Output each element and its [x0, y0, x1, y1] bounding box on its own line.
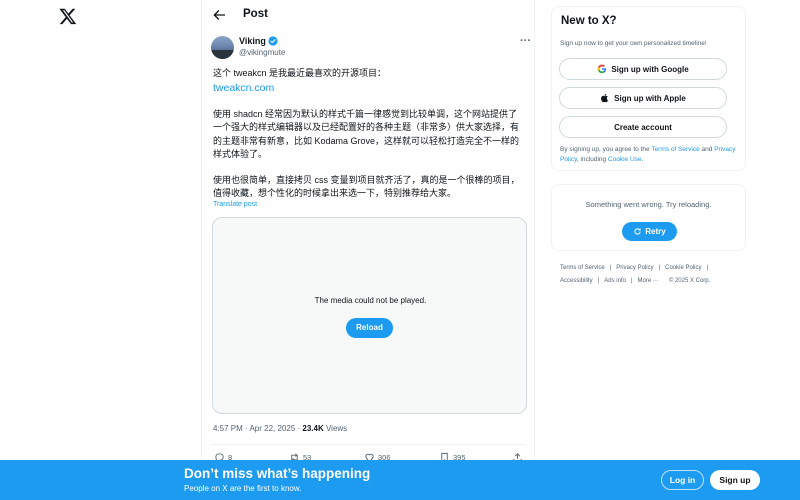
- tweet-text: 这个 tweakcn 是我最近最喜欢的开源项目： tweakcn.com 使用 …: [213, 67, 525, 200]
- login-button[interactable]: Log in: [661, 470, 704, 490]
- tweet-paragraph-2: 使用 shadcn 经常因为默认的样式千篇一律感觉到比较单调，这个网站提供了一个…: [213, 109, 520, 159]
- author-name-row[interactable]: Viking: [239, 36, 278, 46]
- footer-ads-link[interactable]: Ads info: [604, 278, 626, 284]
- divider: [212, 444, 526, 445]
- tweet-paragraph-3: 使用也很简单，直接拷贝 css 变量到项目就齐活了，真的是一个很棒的项目，值得收…: [213, 175, 520, 199]
- banner-title: Don’t miss what’s happening: [184, 466, 371, 481]
- post-header: Post: [202, 0, 536, 30]
- tweet-text-line1: 这个 tweakcn 是我最近最喜欢的开源项目：: [213, 68, 387, 78]
- signup-terms: By signing up, you agree to the Terms of…: [560, 146, 736, 163]
- new-to-x-subtitle: Sign up now to get your own personalized…: [560, 40, 707, 47]
- signup-banner: Don’t miss what’s happening People on X …: [0, 460, 800, 500]
- reload-button[interactable]: Reload: [346, 318, 393, 338]
- sign-up-apple-button[interactable]: Sign up with Apple: [559, 87, 727, 109]
- signup-button[interactable]: Sign up: [710, 470, 760, 490]
- page-title: Post: [243, 8, 268, 20]
- sign-up-apple-label: Sign up with Apple: [614, 93, 686, 103]
- banner-subtitle: People on X are the first to know.: [184, 484, 302, 493]
- views-count: 23.4K: [302, 424, 324, 433]
- footer-privacy-link[interactable]: Privacy Policy: [616, 265, 653, 271]
- arrow-left-icon[interactable]: [211, 7, 227, 23]
- sign-up-google-label: Sign up with Google: [611, 64, 689, 74]
- retry-label: Retry: [645, 227, 666, 236]
- translate-post-link[interactable]: Translate post: [213, 201, 257, 208]
- avatar[interactable]: [211, 36, 234, 59]
- footer-accessibility-link[interactable]: Accessibility: [560, 278, 593, 284]
- retry-button[interactable]: Retry: [622, 222, 677, 241]
- tweet-author: Viking @vikingmute ···: [211, 35, 531, 59]
- views-label: Views: [323, 424, 348, 433]
- footer-links: Terms of Service | Privacy Policy | Cookie P…: [560, 265, 711, 284]
- refresh-icon: [634, 228, 641, 235]
- footer-more-link[interactable]: More ···: [638, 278, 659, 284]
- footer-cookie-link[interactable]: Cookie Policy: [665, 265, 701, 271]
- more-options-icon[interactable]: ···: [520, 35, 531, 47]
- error-card: Something went wrong. Try reloading. Ret…: [551, 184, 746, 251]
- google-icon: [597, 64, 607, 74]
- tweet-timestamp[interactable]: 4:57 PM · Apr 22, 2025 ·: [213, 424, 302, 433]
- tweet-meta: 4:57 PM · Apr 22, 2025 · 23.4K Views: [213, 424, 347, 433]
- footer-terms-link[interactable]: Terms of Service: [560, 265, 605, 271]
- author-name[interactable]: Viking: [239, 36, 266, 46]
- main-column: Post Viking @vikingmute ··· 这个 tweakcn 是…: [201, 0, 535, 500]
- apple-icon: [601, 93, 609, 103]
- media-player: The media could not be played. Reload: [212, 217, 527, 414]
- x-logo-icon[interactable]: [59, 7, 77, 25]
- terms-of-service-link[interactable]: Terms of Service: [651, 146, 699, 153]
- new-to-x-card: New to X? Sign up now to get your own pe…: [551, 6, 746, 171]
- media-error-message: The media could not be played.: [314, 296, 427, 305]
- new-to-x-title: New to X?: [561, 15, 617, 27]
- cookie-use-link[interactable]: Cookie Use: [608, 156, 642, 163]
- verified-badge-icon: [268, 36, 278, 46]
- error-message: Something went wrong. Try reloading.: [585, 200, 712, 209]
- sign-up-google-button[interactable]: Sign up with Google: [559, 58, 727, 80]
- create-account-button[interactable]: Create account: [559, 116, 727, 138]
- author-handle[interactable]: @vikingmute: [239, 48, 285, 57]
- footer-copyright: © 2025 X Corp.: [668, 278, 711, 284]
- tweet-link[interactable]: tweakcn.com: [213, 81, 525, 95]
